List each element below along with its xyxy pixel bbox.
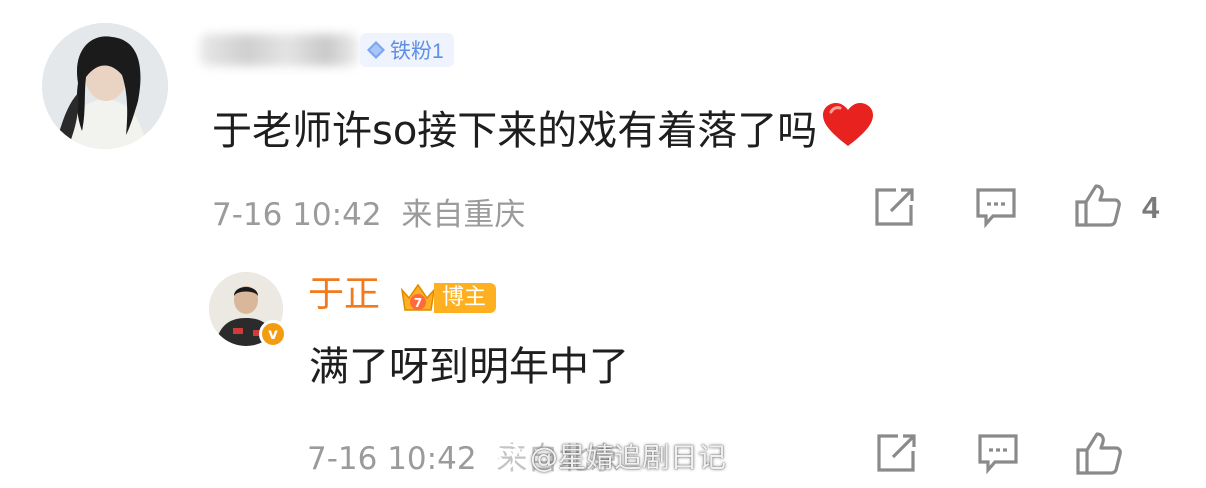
commenter-avatar[interactable] (42, 23, 168, 149)
like-icon (1076, 432, 1122, 475)
heart-emoji-icon (823, 103, 874, 146)
comment-text: 于老师许so接下来的戏有着落了吗 (212, 108, 818, 154)
reply-timestamp: 7-16 10:42 (307, 441, 477, 477)
watermark-text: @星婧追剧日记 (530, 441, 727, 474)
diamond-icon (367, 41, 385, 59)
commenter-name-blurred[interactable] (200, 34, 358, 66)
reply-text: 满了呀到明年中了 (309, 344, 629, 390)
comment-location: 来自重庆 (401, 197, 526, 233)
comment-timestamp: 7-16 10:42 (212, 197, 382, 233)
fan-level-badge: 铁粉1 (360, 33, 454, 67)
replier-name[interactable]: 于正 (308, 277, 380, 313)
comment-body: 于老师许so接下来的戏有着落了吗 (212, 102, 875, 151)
fan-badge-label: 铁粉1 (390, 40, 444, 63)
share-icon (875, 188, 914, 226)
reply-like-button[interactable] (1075, 430, 1123, 476)
reply-share-button[interactable] (876, 433, 918, 473)
comment-icon (978, 434, 1018, 475)
like-button[interactable] (1074, 182, 1122, 228)
blogger-badge-label: 博主 (434, 283, 497, 313)
reply-comment-button[interactable] (977, 433, 1019, 475)
share-icon (877, 434, 916, 472)
like-icon (1075, 184, 1121, 227)
weibo-watermark: @星婧追剧日记 (480, 436, 726, 476)
share-button[interactable] (874, 187, 916, 227)
comment-icon (976, 188, 1016, 229)
blogger-level: 7 (414, 296, 422, 310)
replier-avatar[interactable]: v (209, 272, 287, 348)
comment-button[interactable] (975, 187, 1017, 229)
crown-icon: 7 (400, 283, 436, 311)
like-count: 4 (1142, 190, 1160, 225)
blogger-badge: 7 博主 (398, 278, 497, 318)
comment-meta: 7-16 10:42 来自重庆 (212, 189, 525, 234)
weibo-logo-icon (480, 443, 522, 473)
verified-icon: v (259, 320, 287, 348)
